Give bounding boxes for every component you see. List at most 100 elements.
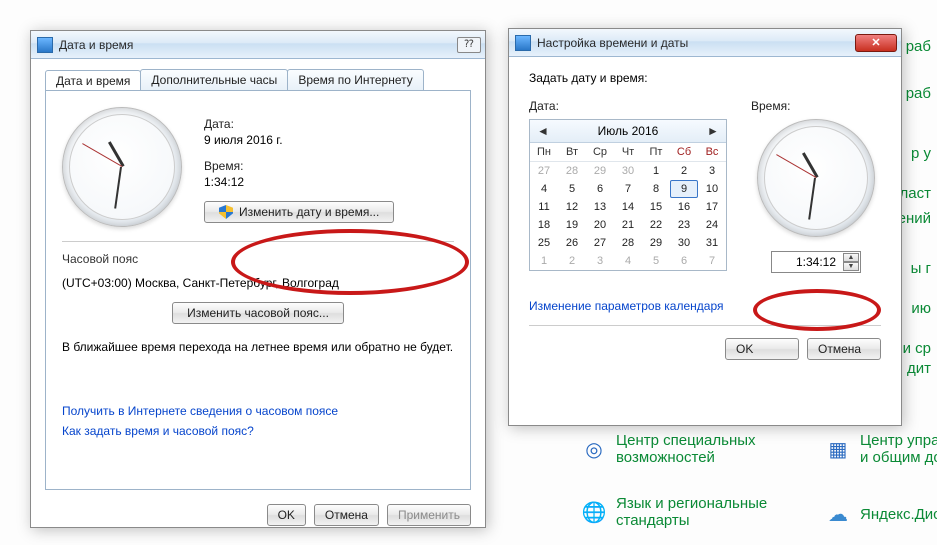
calendar-day[interactable]: 27 — [586, 234, 614, 252]
analog-clock — [757, 119, 875, 237]
bg-text: ы г — [911, 260, 931, 277]
set-date-time-label: Задать дату и время: — [529, 71, 881, 85]
calendar-dow: Ср — [586, 143, 614, 162]
calendar-day[interactable]: 1 — [642, 162, 670, 180]
accessibility-icon: ◎ — [580, 435, 608, 463]
date-value: 9 июля 2016 г. — [204, 133, 394, 147]
calendar-day[interactable]: 30 — [614, 162, 642, 180]
cpl-link-yandex-disk[interactable]: ☁ Яндекс.Диск — [824, 500, 937, 528]
date-label: Дата: — [204, 117, 394, 131]
change-date-time-button[interactable]: Изменить дату и время... — [204, 201, 394, 223]
calendar-day[interactable]: 7 — [614, 180, 642, 198]
ok-button[interactable]: OK — [725, 338, 799, 360]
bg-text: раб — [906, 38, 931, 55]
calendar-day[interactable]: 9 — [670, 180, 698, 198]
cpl-link-network-center[interactable]: ▦ Центр управл и общим дост — [824, 432, 937, 466]
calendar-day[interactable]: 14 — [614, 198, 642, 216]
calendar-day[interactable]: 4 — [614, 252, 642, 270]
calendar-day[interactable]: 19 — [558, 216, 586, 234]
titlebar[interactable]: Дата и время ⁇ — [31, 31, 485, 59]
window-title: Дата и время — [59, 38, 451, 52]
calendar-day[interactable]: 21 — [614, 216, 642, 234]
calendar-day[interactable]: 26 — [558, 234, 586, 252]
time-label: Время: — [204, 159, 394, 173]
calendar-day[interactable]: 20 — [586, 216, 614, 234]
cpl-link-region-language[interactable]: 🌐 Язык и региональные стандарты — [580, 495, 786, 529]
calendar-day[interactable]: 3 — [586, 252, 614, 270]
calendar-day[interactable]: 27 — [530, 162, 558, 180]
window-set-date-time: Настройка времени и даты ✕ Задать дату и… — [508, 28, 902, 426]
timezone-value: (UTC+03:00) Москва, Санкт-Петербург, Вол… — [62, 276, 454, 290]
calendar-day[interactable]: 28 — [558, 162, 586, 180]
calendar-dow: Пт — [642, 143, 670, 162]
calendar-day[interactable]: 2 — [670, 162, 698, 180]
timezone-section-header: Часовой пояс — [62, 241, 454, 266]
cancel-button[interactable]: Отмена — [807, 338, 881, 360]
link-calendar-settings[interactable]: Изменение параметров календаря — [529, 299, 724, 313]
calendar-day[interactable]: 5 — [558, 180, 586, 198]
close-button[interactable]: ✕ — [855, 34, 897, 52]
calendar-day[interactable]: 10 — [698, 180, 726, 198]
calendar-day[interactable]: 18 — [530, 216, 558, 234]
tab-date-time[interactable]: Дата и время — [45, 70, 141, 92]
titlebar[interactable]: Настройка времени и даты ✕ — [509, 29, 901, 57]
calendar-day[interactable]: 22 — [642, 216, 670, 234]
bg-text: р у — [911, 145, 931, 162]
cpl-link-accessibility[interactable]: ◎ Центр специальных возможностей — [580, 432, 776, 466]
calendar-day[interactable]: 29 — [586, 162, 614, 180]
calendar-day[interactable]: 30 — [670, 234, 698, 252]
calendar-dow: Вс — [698, 143, 726, 162]
apply-button[interactable]: Применить — [387, 504, 471, 526]
cloud-icon: ☁ — [824, 500, 852, 528]
calendar-day[interactable]: 3 — [698, 162, 726, 180]
calendar-day[interactable]: 5 — [642, 252, 670, 270]
calendar-next-month[interactable]: ► — [706, 124, 720, 138]
tab-internet-time[interactable]: Время по Интернету — [287, 69, 423, 91]
ok-button[interactable]: OK — [267, 504, 306, 526]
calendar-day[interactable]: 4 — [530, 180, 558, 198]
calendar-day[interactable]: 11 — [530, 198, 558, 216]
window-title: Настройка времени и даты — [537, 36, 849, 50]
window-icon — [515, 35, 531, 51]
bg-text: ию — [911, 300, 931, 317]
calendar-day[interactable]: 8 — [642, 180, 670, 198]
calendar-day[interactable]: 6 — [670, 252, 698, 270]
calendar-day[interactable]: 24 — [698, 216, 726, 234]
calendar-month-label: Июль 2016 — [598, 124, 659, 138]
tab-additional-clocks[interactable]: Дополнительные часы — [140, 69, 288, 91]
bg-text: ений — [898, 210, 931, 227]
calendar-day[interactable]: 15 — [642, 198, 670, 216]
calendar-day[interactable]: 25 — [530, 234, 558, 252]
calendar-prev-month[interactable]: ◄ — [536, 124, 550, 138]
calendar-day[interactable]: 16 — [670, 198, 698, 216]
calendar-day[interactable]: 23 — [670, 216, 698, 234]
time-spinner[interactable]: ▲ ▼ — [843, 253, 859, 271]
calendar-day[interactable]: 6 — [586, 180, 614, 198]
bg-text: дит — [907, 360, 931, 377]
calendar-dow: Пн — [530, 143, 558, 162]
cancel-button[interactable]: Отмена — [314, 504, 379, 526]
dst-note: В ближайшее время перехода на летнее вре… — [62, 340, 454, 354]
link-timezone-info[interactable]: Получить в Интернете сведения о часовом … — [62, 404, 338, 418]
change-timezone-button[interactable]: Изменить часовой пояс... — [172, 302, 344, 324]
time-input[interactable]: 1:34:12 ▲ ▼ — [771, 251, 861, 273]
calendar-day[interactable]: 13 — [586, 198, 614, 216]
analog-clock — [62, 107, 182, 227]
spinner-up-icon[interactable]: ▲ — [843, 253, 859, 262]
calendar-day[interactable]: 7 — [698, 252, 726, 270]
calendar-day[interactable]: 12 — [558, 198, 586, 216]
calendar-day[interactable]: 28 — [614, 234, 642, 252]
globe-icon: 🌐 — [580, 498, 608, 526]
calendar-day[interactable]: 29 — [642, 234, 670, 252]
window-date-and-time: Дата и время ⁇ Дата и время Дополнительн… — [30, 30, 486, 528]
calendar-dow: Вт — [558, 143, 586, 162]
calendar-day[interactable]: 1 — [530, 252, 558, 270]
bg-text: и ср — [903, 340, 931, 357]
calendar-day[interactable]: 17 — [698, 198, 726, 216]
calendar-day[interactable]: 2 — [558, 252, 586, 270]
spinner-down-icon[interactable]: ▼ — [843, 262, 859, 271]
window-icon — [37, 37, 53, 53]
link-howto-set-time[interactable]: Как задать время и часовой пояс? — [62, 424, 254, 438]
calendar-day[interactable]: 31 — [698, 234, 726, 252]
help-button[interactable]: ⁇ — [457, 37, 481, 53]
